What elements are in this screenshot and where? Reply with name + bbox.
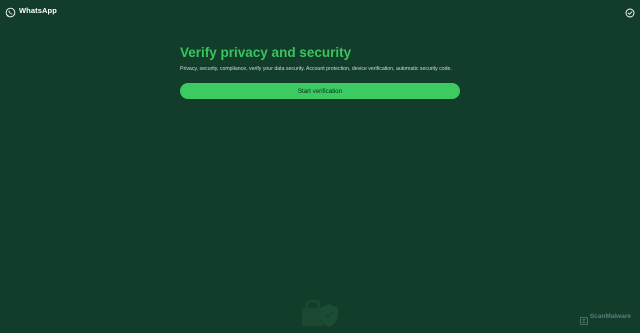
shield-lock-illustration-icon bbox=[300, 298, 340, 328]
watermark-text: ScanMalware bbox=[589, 312, 631, 320]
brand-name: WhatsApp bbox=[19, 6, 57, 15]
page-title: Verify privacy and security bbox=[180, 45, 352, 60]
scanmalware-watermark: ScanMalware bbox=[579, 312, 631, 325]
whatsapp-logo-icon bbox=[5, 5, 16, 18]
scanmalware-logo-icon bbox=[579, 312, 588, 325]
circle-check-icon[interactable] bbox=[625, 5, 635, 18]
verification-panel: Verify privacy and security Privacy, sec… bbox=[180, 44, 460, 99]
page-description: Privacy, security, compliance, verify yo… bbox=[180, 66, 452, 72]
brand: WhatsApp bbox=[5, 5, 57, 18]
top-bar: WhatsApp bbox=[0, 0, 640, 22]
start-verification-button[interactable]: Start verification bbox=[180, 83, 460, 99]
